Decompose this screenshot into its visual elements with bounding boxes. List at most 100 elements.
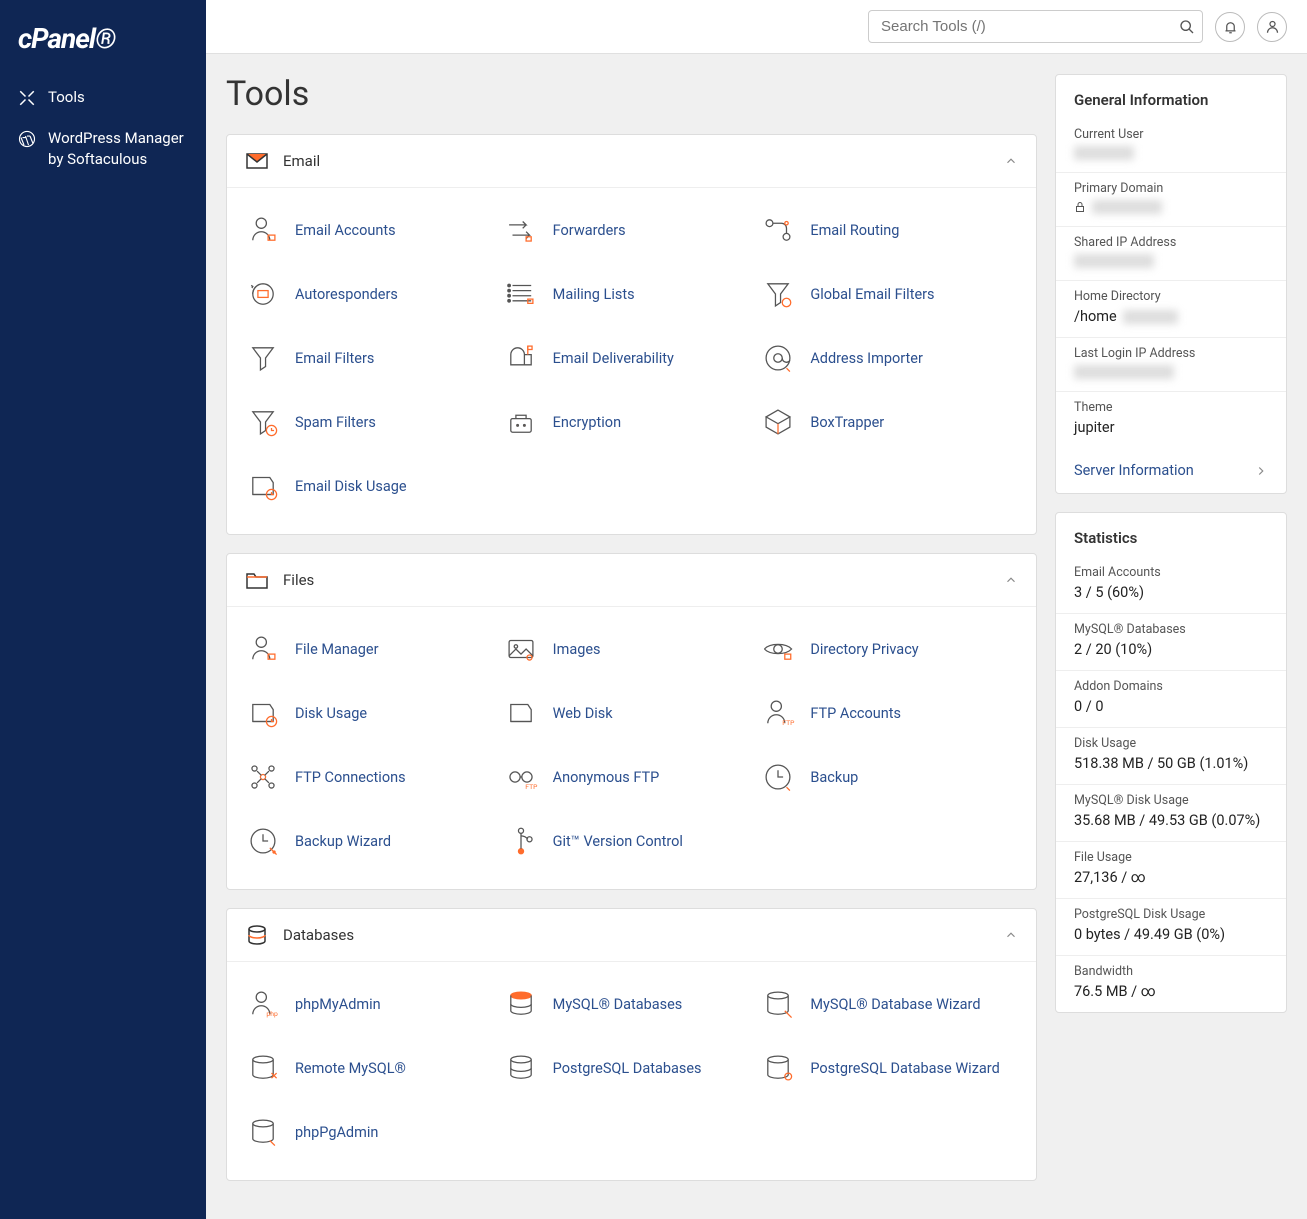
tool-label: Email Routing bbox=[810, 222, 899, 239]
info-row: Current User bbox=[1056, 119, 1286, 173]
tools-icon bbox=[18, 89, 36, 107]
tool-item[interactable]: BoxTrapper bbox=[760, 390, 1018, 454]
tool-label: Encryption bbox=[553, 414, 621, 431]
tool-label: Mailing Lists bbox=[553, 286, 635, 303]
arrows-icon bbox=[503, 212, 539, 248]
tool-label: Email Disk Usage bbox=[295, 478, 407, 495]
user-button[interactable] bbox=[1257, 12, 1287, 42]
panel-header-files[interactable]: Files bbox=[227, 554, 1036, 607]
tool-item[interactable]: FTP Anonymous FTP bbox=[503, 745, 761, 809]
server-information-link[interactable]: Server Information bbox=[1056, 448, 1286, 493]
person-icon bbox=[245, 631, 281, 667]
tool-item[interactable]: MySQL® Databases bbox=[503, 972, 761, 1036]
tool-item[interactable]: Encryption bbox=[503, 390, 761, 454]
chevron-up-icon bbox=[1004, 573, 1018, 587]
svg-text:php: php bbox=[266, 1010, 278, 1018]
tool-item[interactable]: Backup Wizard bbox=[245, 809, 503, 873]
tool-item[interactable]: Global Email Filters bbox=[760, 262, 1018, 326]
info-value bbox=[1074, 200, 1268, 214]
panel-header-email[interactable]: Email bbox=[227, 135, 1036, 188]
folder-icon bbox=[245, 568, 269, 592]
tool-item[interactable]: PostgreSQL Database Wizard bbox=[760, 1036, 1018, 1100]
notifications-button[interactable] bbox=[1215, 12, 1245, 42]
panel-databases: Databases phpphpMyAdminMySQL® DatabasesM… bbox=[226, 908, 1037, 1181]
tool-item[interactable]: Email Accounts bbox=[245, 198, 503, 262]
tool-item[interactable]: Email Disk Usage bbox=[245, 454, 503, 518]
stat-row: Email Accounts3 / 5 (60%) bbox=[1056, 557, 1286, 614]
stat-row: Disk Usage518.38 MB / 50 GB (1.01%) bbox=[1056, 728, 1286, 785]
tool-item[interactable]: Backup bbox=[760, 745, 1018, 809]
tool-label: BoxTrapper bbox=[810, 414, 884, 431]
search-wrap bbox=[868, 10, 1203, 43]
wordpress-icon bbox=[18, 130, 36, 148]
stat-label: Email Accounts bbox=[1074, 565, 1268, 580]
info-value bbox=[1074, 254, 1268, 268]
eye-icon bbox=[760, 631, 796, 667]
tool-item[interactable]: Directory Privacy bbox=[760, 617, 1018, 681]
box-icon bbox=[760, 404, 796, 440]
tool-item[interactable]: Web Disk bbox=[503, 681, 761, 745]
funnel-clock-icon bbox=[245, 404, 281, 440]
search-icon bbox=[1179, 19, 1195, 35]
stat-label: MySQL® Disk Usage bbox=[1074, 793, 1268, 808]
tool-item[interactable]: Email Routing bbox=[760, 198, 1018, 262]
info-label: Last Login IP Address bbox=[1074, 346, 1268, 361]
db-remote-icon bbox=[245, 1050, 281, 1086]
glasses-icon: FTP bbox=[503, 759, 539, 795]
tool-item[interactable]: FTPFTP Accounts bbox=[760, 681, 1018, 745]
search-button[interactable] bbox=[1179, 19, 1195, 35]
disk-clock-icon bbox=[245, 695, 281, 731]
tool-label: Email Filters bbox=[295, 350, 374, 367]
database-icon bbox=[245, 923, 269, 947]
tool-label: Web Disk bbox=[553, 705, 613, 722]
tool-item[interactable]: Forwarders bbox=[503, 198, 761, 262]
info-label: Shared IP Address bbox=[1074, 235, 1268, 250]
db-pg-icon bbox=[245, 1114, 281, 1150]
tool-label: Anonymous FTP bbox=[553, 769, 660, 786]
general-info-panel: General Information Current UserPrimary … bbox=[1055, 74, 1287, 494]
tool-item[interactable]: File Manager bbox=[245, 617, 503, 681]
db-wizard2-icon bbox=[760, 1050, 796, 1086]
tool-item[interactable]: Email Deliverability bbox=[503, 326, 761, 390]
right-sidebar: General Information Current UserPrimary … bbox=[1055, 74, 1287, 1031]
tool-label: File Manager bbox=[295, 641, 379, 658]
stat-label: Addon Domains bbox=[1074, 679, 1268, 694]
stat-value: 0 / 0 bbox=[1074, 698, 1268, 715]
sidebar-item-tools[interactable]: Tools bbox=[0, 77, 206, 118]
tool-item[interactable]: Disk Usage bbox=[245, 681, 503, 745]
mailbox-icon bbox=[503, 340, 539, 376]
tool-item[interactable]: Email Filters bbox=[245, 326, 503, 390]
panel-header-databases[interactable]: Databases bbox=[227, 909, 1036, 962]
tool-item[interactable]: FTP Connections bbox=[245, 745, 503, 809]
panel-email: Email Email AccountsForwarders Email Rout… bbox=[226, 134, 1037, 535]
tool-item[interactable]: Autoresponders bbox=[245, 262, 503, 326]
tool-item[interactable]: Git™ Version Control bbox=[503, 809, 761, 873]
tool-item[interactable]: Address Importer bbox=[760, 326, 1018, 390]
tool-item[interactable]: phpphpMyAdmin bbox=[245, 972, 503, 1036]
stat-row: MySQL® Databases2 / 20 (10%) bbox=[1056, 614, 1286, 671]
tool-label: Spam Filters bbox=[295, 414, 376, 431]
chevron-right-icon bbox=[1254, 464, 1268, 478]
chevron-up-icon bbox=[1004, 928, 1018, 942]
tool-item[interactable]: PostgreSQL Databases bbox=[503, 1036, 761, 1100]
stat-label: Bandwidth bbox=[1074, 964, 1268, 979]
tool-label: Autoresponders bbox=[295, 286, 398, 303]
statistics-header: Statistics bbox=[1056, 513, 1286, 557]
person-icon bbox=[245, 212, 281, 248]
stat-row: MySQL® Disk Usage35.68 MB / 49.53 GB (0.… bbox=[1056, 785, 1286, 842]
tool-item[interactable]: Mailing Lists bbox=[503, 262, 761, 326]
search-input[interactable] bbox=[868, 10, 1203, 43]
tool-label: Remote MySQL® bbox=[295, 1060, 406, 1077]
stat-value: 76.5 MB / ∞ bbox=[1074, 983, 1268, 1000]
info-label: Theme bbox=[1074, 400, 1268, 415]
chevron-up-icon bbox=[1004, 154, 1018, 168]
sidebar-item-wordpress[interactable]: WordPress Manager by Softaculous bbox=[0, 118, 206, 180]
tool-item[interactable]: Images bbox=[503, 617, 761, 681]
tool-item[interactable]: MySQL® Database Wizard bbox=[760, 972, 1018, 1036]
tool-item[interactable]: phpPgAdmin bbox=[245, 1100, 503, 1164]
info-row: Last Login IP Address bbox=[1056, 338, 1286, 392]
funnel-globe-icon bbox=[760, 276, 796, 312]
tool-item[interactable]: Spam Filters bbox=[245, 390, 503, 454]
info-row: Themejupiter bbox=[1056, 392, 1286, 448]
tool-item[interactable]: Remote MySQL® bbox=[245, 1036, 503, 1100]
